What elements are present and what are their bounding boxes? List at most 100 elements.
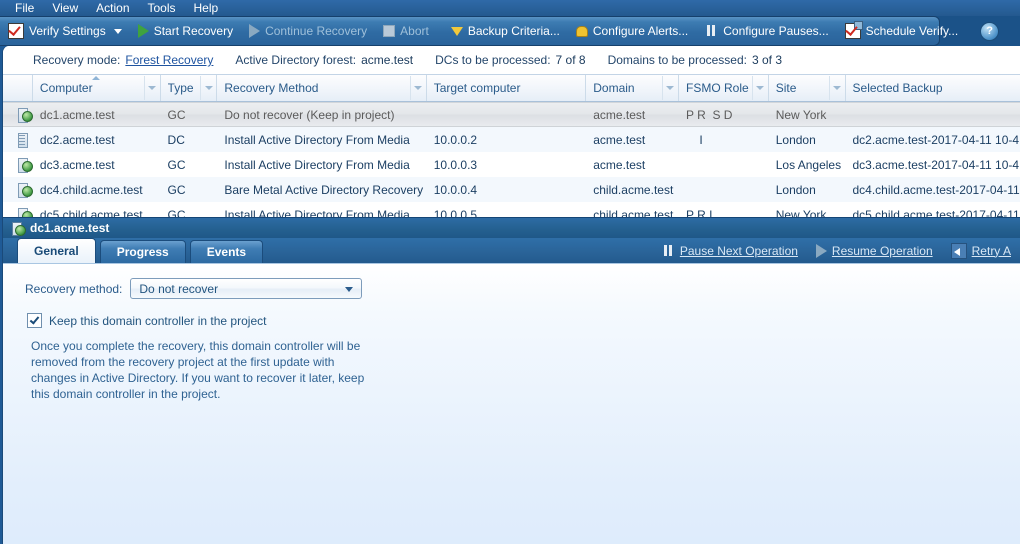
table-row[interactable]: dc3.acme.test GC Install Active Director… — [3, 152, 1020, 177]
toolbar-continue-recovery-button[interactable]: Continue Recovery — [241, 17, 375, 45]
table-row[interactable]: dc2.acme.test DC Install Active Director… — [3, 127, 1020, 152]
grid-header: Computer Type Recovery Method Target com… — [3, 74, 1020, 102]
info-recovery-mode-link[interactable]: Forest Recovery — [125, 53, 213, 67]
toolbar-backup-criteria-button[interactable]: Backup Criteria... — [443, 17, 568, 45]
toolbar-verify-settings-button[interactable]: Verify Settings — [0, 17, 130, 45]
grid-header-computer[interactable]: Computer — [33, 75, 161, 101]
row-type-icon-cell — [3, 177, 33, 202]
toolbar-schedule-verify-button[interactable]: Schedule Verify... — [837, 17, 967, 45]
info-domains-processed: Domains to be processed: 3 of 3 — [608, 53, 782, 67]
toolbar-help-button[interactable]: ? — [972, 17, 1007, 45]
filter-computer-icon[interactable] — [143, 76, 160, 100]
tab-general[interactable]: General — [17, 238, 96, 263]
recovery-method-select[interactable]: Do not recover — [130, 278, 363, 299]
cell-domain: acme.test — [593, 132, 646, 147]
table-row[interactable]: dc1.acme.test GC Do not recover (Keep in… — [3, 102, 1020, 127]
detail-tab-strip: General Progress Events Pause Next Opera… — [3, 238, 1020, 263]
resume-operation-button[interactable]: Resume Operation — [807, 238, 942, 263]
menu-item-tools[interactable]: Tools — [139, 2, 185, 14]
schedule-verify-icon — [844, 21, 863, 39]
cell-site: London — [775, 182, 816, 197]
cell-selected-backup: dc3.acme.test-2017-04-11 10-4 — [852, 157, 1020, 172]
table-row[interactable]: dc5.child.acme.test GC Install Active Di… — [3, 202, 1020, 217]
toolbar-start-recovery-button[interactable]: Start Recovery — [130, 17, 241, 45]
info-ad-forest-label: Active Directory forest: — [235, 53, 357, 67]
info-ad-forest-value: acme.test — [361, 53, 414, 67]
toolbar-configure-pauses-button[interactable]: Configure Pauses... — [696, 17, 836, 45]
cell-recovery-method: Do not recover (Keep in project) — [224, 107, 395, 122]
grid-header-selected-backup[interactable]: Selected Backup — [846, 75, 1020, 101]
cell-computer: dc2.acme.test — [39, 132, 115, 147]
toolbar-configure-alerts-button[interactable]: Configure Alerts... — [568, 17, 696, 45]
cell-recovery-method: Install Active Directory From Media — [224, 157, 410, 172]
menu-item-view[interactable]: View — [43, 2, 87, 14]
grid-header-computer-label: Computer — [39, 81, 93, 95]
cell-site: New York — [775, 107, 827, 122]
detail-panel-title: dc1.acme.test — [30, 221, 110, 235]
row-type-icon-cell — [3, 152, 33, 177]
cell-fsmo-role: P R S D — [685, 107, 733, 122]
grid-header-selected-backup-label: Selected Backup — [852, 81, 943, 95]
cell-domain: child.acme.test — [593, 182, 674, 197]
grid-header-fsmo-role-label: FSMO Role — [685, 81, 749, 95]
filter-recovery-method-icon[interactable] — [409, 76, 426, 100]
filter-site-icon[interactable] — [828, 76, 845, 100]
server-icon — [17, 132, 31, 148]
toolbar-start-recovery-label: Start Recovery — [153, 24, 234, 38]
app-window: File View Action Tools Help Verify Setti… — [0, 0, 1020, 544]
cell-recovery-method: Install Active Directory From Media — [224, 207, 410, 218]
keep-dc-checkbox[interactable] — [27, 313, 42, 328]
pause-next-operation-label: Pause Next Operation — [679, 243, 798, 258]
detail-actions: Pause Next Operation Resume Operation Re… — [652, 238, 1020, 263]
grid-header-domain[interactable]: Domain — [586, 75, 679, 101]
server-globe-icon — [17, 107, 33, 123]
chevron-down-icon — [345, 287, 354, 292]
cell-type: GC — [167, 182, 186, 197]
cell-target-computer: 10.0.0.4 — [433, 182, 478, 197]
cell-fsmo-role: I — [685, 132, 703, 147]
help-icon: ? — [980, 21, 1000, 41]
grid-header-target-computer[interactable]: Target computer — [427, 75, 587, 101]
grid-body: dc1.acme.test GC Do not recover (Keep in… — [3, 102, 1020, 217]
cell-computer: dc1.acme.test — [39, 107, 115, 122]
cell-computer: dc5.child.acme.test — [39, 207, 143, 218]
keep-dc-checkbox-row[interactable]: Keep this domain controller in the proje… — [3, 299, 1020, 328]
toolbar-abort-button[interactable]: Abort — [375, 17, 437, 45]
menu-item-action[interactable]: Action — [87, 2, 138, 14]
table-row[interactable]: dc4.child.acme.test GC Bare Metal Active… — [3, 177, 1020, 202]
recovery-method-row: Recovery method: Do not recover — [3, 264, 1020, 299]
filter-fsmo-role-icon[interactable] — [751, 76, 768, 100]
resume-operation-label: Resume Operation — [831, 243, 933, 258]
tab-events[interactable]: Events — [189, 240, 264, 263]
grid-header-select-all[interactable] — [3, 75, 33, 101]
toolbar-background: Verify Settings Start Recovery Continue … — [0, 16, 1020, 46]
filter-type-icon[interactable] — [200, 76, 216, 100]
toolbar-verify-settings-label: Verify Settings — [29, 24, 106, 38]
grid-header-type[interactable]: Type — [161, 75, 218, 101]
grid-header-fsmo-role[interactable]: FSMO Role — [679, 75, 769, 101]
cell-fsmo-role: P R I — [685, 207, 713, 218]
info-domains-processed-label: Domains to be processed: — [607, 53, 747, 67]
grid-header-recovery-method[interactable]: Recovery Method — [217, 75, 427, 101]
cell-target-computer: 10.0.0.2 — [433, 132, 478, 147]
cell-target-computer: 10.0.0.3 — [433, 157, 478, 172]
chevron-down-icon[interactable] — [113, 28, 122, 34]
grid-header-site[interactable]: Site — [769, 75, 846, 101]
cell-recovery-method: Install Active Directory From Media — [224, 132, 410, 147]
filter-domain-icon[interactable] — [661, 76, 678, 100]
menu-item-help[interactable]: Help — [185, 2, 228, 14]
play-green-icon — [137, 24, 149, 38]
menu-item-file[interactable]: File — [6, 2, 43, 14]
tab-progress[interactable]: Progress — [99, 240, 186, 263]
pause-next-operation-button[interactable]: Pause Next Operation — [652, 238, 807, 263]
cell-selected-backup: dc5.child.acme.test-2017-04-11 — [852, 207, 1020, 218]
keep-dc-checkbox-label: Keep this domain controller in the proje… — [49, 313, 267, 328]
retry-operation-button[interactable]: Retry A — [942, 238, 1020, 263]
recovery-info-bar: Recovery mode: Forest Recovery Active Di… — [3, 46, 1020, 74]
cell-site: London — [775, 132, 816, 147]
retry-icon — [950, 242, 967, 259]
info-dcs-processed: DCs to be processed: 7 of 8 — [435, 53, 585, 67]
cell-type: GC — [167, 107, 186, 122]
cell-fsmo-role — [679, 152, 769, 177]
server-globe-icon — [17, 157, 33, 173]
